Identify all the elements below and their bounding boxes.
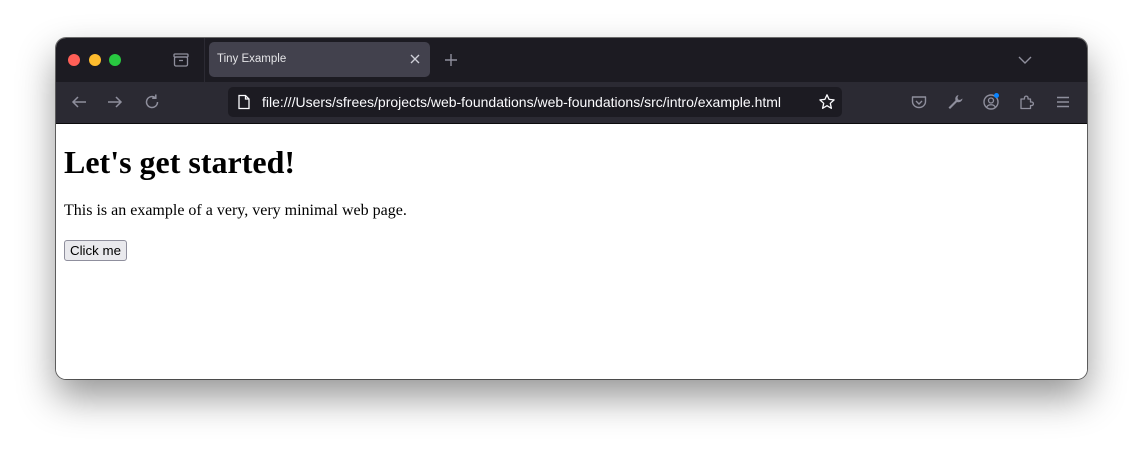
back-arrow-icon[interactable] (70, 93, 88, 111)
page-icon (237, 94, 251, 110)
hamburger-menu-icon[interactable] (1054, 93, 1072, 111)
window-close-button[interactable] (68, 54, 80, 66)
page-paragraph: This is an example of a very, very minim… (64, 202, 407, 219)
url-bar[interactable]: file:///Users/sfrees/projects/web-founda… (228, 87, 842, 117)
window-maximize-button[interactable] (109, 54, 121, 66)
tab-separator (204, 38, 205, 82)
extensions-icon[interactable] (1018, 93, 1036, 111)
url-text[interactable]: file:///Users/sfrees/projects/web-founda… (262, 94, 781, 110)
tab-strip: Tiny Example (56, 38, 1087, 82)
page-heading: Let's get started! (64, 144, 296, 180)
page-content: Let's get started! This is an example of… (56, 124, 1087, 379)
tab-manager-icon[interactable] (171, 51, 191, 69)
close-icon[interactable] (409, 53, 421, 65)
pocket-icon[interactable] (910, 93, 928, 111)
window-minimize-button[interactable] (89, 54, 101, 66)
bookmark-star-icon[interactable] (818, 93, 836, 111)
click-me-button[interactable]: Click me (64, 240, 127, 261)
chevron-down-icon[interactable] (1018, 54, 1032, 66)
tab-title: Tiny Example (217, 53, 287, 65)
account-icon[interactable] (982, 93, 1000, 111)
tab-tiny-example[interactable]: Tiny Example (209, 42, 430, 77)
navigation-toolbar: file:///Users/sfrees/projects/web-founda… (56, 82, 1087, 124)
plus-icon[interactable] (443, 52, 459, 68)
reload-icon[interactable] (143, 93, 161, 111)
browser-window: Tiny Example file:///Users/sfrees/projec… (56, 38, 1087, 379)
wrench-icon[interactable] (946, 93, 964, 111)
forward-arrow-icon[interactable] (106, 93, 124, 111)
